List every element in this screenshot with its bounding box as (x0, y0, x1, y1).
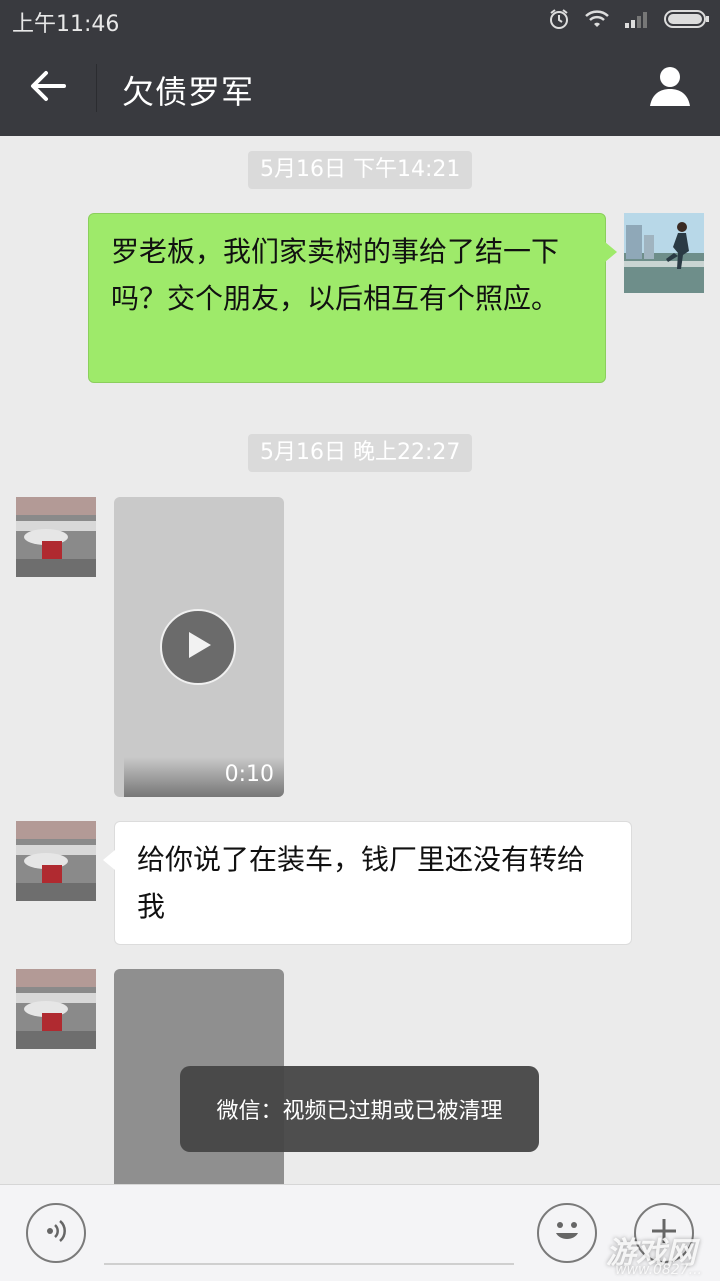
header-divider (96, 64, 97, 112)
sent-message-bubble[interactable]: 罗老板，我们家卖树的事给了结一下吗？交个朋友，以后相互有个照应。 (88, 213, 617, 383)
back-arrow-icon (30, 70, 66, 106)
battery-icon (664, 9, 710, 29)
status-icons (548, 8, 710, 30)
contact-avatar[interactable] (16, 497, 96, 577)
back-button[interactable] (20, 62, 76, 114)
message-text: 给你说了在装车，钱厂里还没有转给我 (137, 843, 586, 923)
page-title: 欠债罗军 (122, 73, 255, 111)
person-icon (648, 64, 692, 112)
signal-icon (624, 10, 650, 28)
alarm-icon (548, 8, 570, 30)
play-button[interactable] (160, 609, 236, 685)
voice-icon (41, 1216, 71, 1250)
chat-info-button[interactable] (644, 62, 696, 114)
toast-message: 微信：视频已过期或已被清理 (180, 1066, 539, 1152)
toast-text: 微信：视频已过期或已被清理 (216, 1099, 503, 1124)
status-time: 上午11:46 (12, 12, 120, 37)
chat-header: 欠债罗军 (0, 40, 720, 136)
video-duration: 0:10 (224, 762, 274, 787)
video-message[interactable]: 0:10 (114, 497, 284, 797)
wifi-icon (584, 9, 610, 29)
chat-messages[interactable]: 5月16日 下午14:21 罗老板，我们家卖树的事给了结一下吗？交个朋友，以后相… (0, 136, 720, 1184)
status-bar: 上午11:46 (0, 0, 720, 40)
emoji-icon (547, 1211, 587, 1255)
my-avatar[interactable] (624, 213, 704, 293)
timestamp: 5月16日 晚上22:27 (248, 434, 473, 472)
emoji-button[interactable] (537, 1203, 597, 1263)
contact-avatar[interactable] (16, 969, 96, 1049)
watermark-url: www.0827... (615, 1262, 702, 1278)
contact-avatar[interactable] (16, 821, 96, 901)
voice-button[interactable] (26, 1203, 86, 1263)
play-icon (183, 629, 213, 665)
timestamp: 5月16日 下午14:21 (248, 151, 473, 189)
message-input[interactable] (104, 1263, 514, 1265)
received-message-bubble[interactable]: 给你说了在装车，钱厂里还没有转给我 (103, 821, 632, 945)
message-text: 罗老板，我们家卖树的事给了结一下吗？交个朋友，以后相互有个照应。 (111, 235, 560, 315)
